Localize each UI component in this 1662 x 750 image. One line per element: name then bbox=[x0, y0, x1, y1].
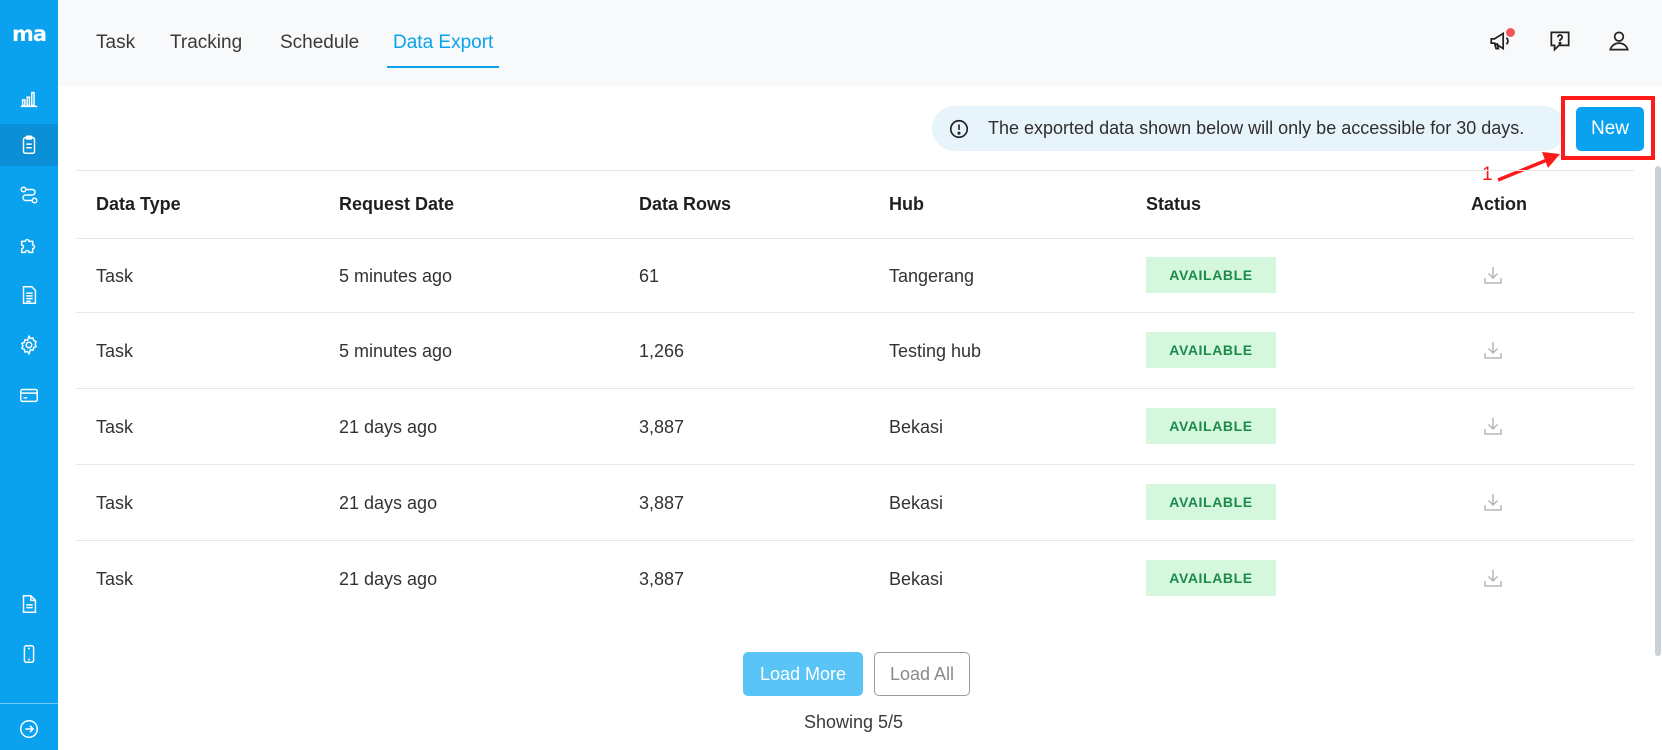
annotation-number: 1 bbox=[1482, 164, 1493, 185]
help-chat-icon bbox=[1550, 31, 1570, 52]
cell-hub: Testing hub bbox=[889, 341, 982, 361]
column-header-hub: Hub bbox=[889, 194, 924, 214]
download-icon[interactable] bbox=[1481, 263, 1505, 287]
cell-request-date: 5 minutes ago bbox=[339, 266, 453, 286]
file-text-icon bbox=[22, 595, 37, 613]
gear-icon bbox=[21, 334, 37, 356]
download-icon[interactable] bbox=[1481, 338, 1505, 362]
row-divider bbox=[76, 464, 1634, 465]
cell-data-type: Task bbox=[96, 569, 134, 589]
cell-request-date: 21 days ago bbox=[339, 569, 438, 589]
column-header-data-type: Data Type bbox=[96, 194, 181, 214]
pagination-status: Showing 5/5 bbox=[804, 712, 904, 732]
cell-request-date: 21 days ago bbox=[339, 493, 438, 513]
main-content: The exported data shown below will only … bbox=[58, 86, 1662, 750]
announcements-button[interactable] bbox=[1486, 26, 1516, 56]
tab-tracking[interactable]: Tracking bbox=[164, 28, 248, 68]
credit-card-icon bbox=[20, 388, 38, 403]
user-icon bbox=[1609, 31, 1629, 51]
help-button[interactable] bbox=[1545, 26, 1575, 56]
sidebar-item-reports[interactable] bbox=[0, 583, 58, 625]
sidebar-item-tasks[interactable] bbox=[0, 124, 58, 166]
vertical-scrollbar[interactable] bbox=[1655, 166, 1661, 656]
clipboard-icon bbox=[22, 135, 36, 154]
info-exclamation-icon bbox=[949, 119, 969, 138]
sidebar-item-mobile[interactable] bbox=[0, 633, 58, 675]
row-divider bbox=[76, 388, 1634, 389]
top-navigation: Task Tracking Schedule Data Export bbox=[58, 0, 1662, 86]
sidebar-item-routes[interactable] bbox=[0, 174, 58, 216]
header-divider-top bbox=[76, 170, 1634, 171]
status-badge: AVAILABLE bbox=[1146, 332, 1276, 368]
route-icon bbox=[20, 186, 38, 204]
puzzle-icon bbox=[20, 238, 36, 254]
cell-data-type: Task bbox=[96, 341, 134, 361]
status-badge: AVAILABLE bbox=[1146, 257, 1276, 293]
cell-request-date: 21 days ago bbox=[339, 417, 438, 437]
retention-notice: The exported data shown below will only … bbox=[932, 106, 1566, 151]
cell-hub: Tangerang bbox=[889, 266, 975, 286]
column-header-action: Action bbox=[1471, 194, 1527, 214]
load-more-button[interactable]: Load More bbox=[743, 652, 863, 696]
annotation-highlight-box bbox=[1561, 96, 1655, 160]
download-icon[interactable] bbox=[1481, 490, 1505, 514]
cell-data-rows: 61 bbox=[639, 266, 660, 286]
status-badge: AVAILABLE bbox=[1146, 560, 1276, 596]
column-header-status: Status bbox=[1146, 194, 1202, 214]
sidebar-divider bbox=[0, 703, 58, 704]
row-divider bbox=[76, 312, 1634, 313]
cell-hub: Bekasi bbox=[889, 569, 944, 589]
cell-data-rows: 3,887 bbox=[639, 493, 685, 513]
chart-bar-icon bbox=[20, 91, 38, 108]
sidebar-item-billing[interactable] bbox=[0, 374, 58, 416]
sidebar: ma bbox=[0, 0, 58, 750]
notification-dot bbox=[1506, 28, 1515, 37]
user-profile-button[interactable] bbox=[1604, 26, 1634, 56]
cell-data-type: Task bbox=[96, 493, 134, 513]
row-divider bbox=[76, 540, 1634, 541]
mobile-phone-icon bbox=[23, 645, 35, 663]
cell-data-type: Task bbox=[96, 266, 134, 286]
app-logo[interactable]: ma bbox=[0, 22, 58, 46]
sidebar-collapse-toggle[interactable] bbox=[0, 708, 58, 750]
cell-data-rows: 1,266 bbox=[639, 341, 685, 361]
annotation-arrow-icon bbox=[1497, 152, 1560, 182]
tab-task[interactable]: Task bbox=[90, 28, 141, 68]
sidebar-item-integrations[interactable] bbox=[0, 224, 58, 266]
cell-request-date: 5 minutes ago bbox=[339, 341, 453, 361]
load-all-button[interactable]: Load All bbox=[874, 652, 970, 696]
retention-notice-text: The exported data shown below will only … bbox=[988, 118, 1525, 138]
download-icon[interactable] bbox=[1481, 414, 1505, 438]
cell-data-type: Task bbox=[96, 417, 134, 437]
column-header-data-rows: Data Rows bbox=[639, 194, 732, 214]
sidebar-item-settings[interactable] bbox=[0, 324, 58, 366]
tab-schedule[interactable]: Schedule bbox=[274, 28, 365, 68]
status-badge: AVAILABLE bbox=[1146, 484, 1276, 520]
cell-hub: Bekasi bbox=[889, 493, 944, 513]
cell-data-rows: 3,887 bbox=[639, 417, 685, 437]
sidebar-item-documents[interactable] bbox=[0, 274, 58, 316]
sidebar-item-dashboard[interactable] bbox=[0, 78, 58, 120]
status-badge: AVAILABLE bbox=[1146, 408, 1276, 444]
document-icon bbox=[22, 286, 37, 304]
download-icon[interactable] bbox=[1481, 566, 1505, 590]
cell-data-rows: 3,887 bbox=[639, 569, 685, 589]
tab-data-export[interactable]: Data Export bbox=[387, 28, 500, 68]
cell-hub: Bekasi bbox=[889, 417, 944, 437]
arrow-right-circle-icon bbox=[20, 720, 38, 738]
column-header-request-date: Request Date bbox=[339, 194, 455, 214]
header-divider bbox=[76, 238, 1634, 239]
